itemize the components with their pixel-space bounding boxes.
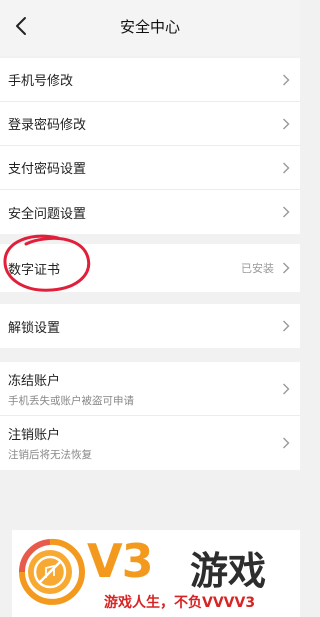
chevron-right-icon: [283, 162, 290, 173]
watermark-banner: V3 游戏 游戏人生，不负VVVV3: [12, 530, 300, 617]
certificate-status: 已安装: [241, 262, 274, 275]
list-item-label: 注销账户: [8, 428, 61, 443]
list-item-label: 冻结账户: [8, 373, 61, 389]
security-question-setting-item[interactable]: 安全问题设置: [0, 190, 300, 234]
list-item-subtitle: 注销后将无法恢复: [8, 449, 92, 461]
list-item-label: 支付密码设置: [8, 162, 87, 177]
top-navigation-bar: 安全中心: [0, 0, 300, 56]
brand-mark: V3: [87, 534, 154, 588]
chevron-right-icon: [283, 383, 290, 394]
freeze-account-item[interactable]: 冻结账户 手机丢失或账户被盗可申请: [0, 362, 300, 416]
back-arrow-icon[interactable]: [10, 14, 34, 38]
brand-slogan: 游戏人生，不负VVVV3: [104, 595, 256, 611]
list-item-label: 登录密码修改: [8, 118, 87, 133]
chevron-right-icon: [283, 206, 290, 218]
brand-logo-icon: [18, 538, 85, 605]
unlock-setting-item[interactable]: 解锁设置: [0, 304, 300, 348]
account-settings-group: 手机号修改 登录密码修改 支付密码设置 安全问题设置: [0, 58, 300, 234]
list-item-label: 手机号修改: [8, 74, 74, 89]
list-item-label: 数字证书: [8, 262, 61, 278]
chevron-right-icon: [283, 262, 290, 274]
chevron-right-icon: [283, 118, 290, 129]
digital-certificate-item[interactable]: 数字证书 已安装: [0, 244, 300, 292]
list-item-label: 安全问题设置: [8, 206, 87, 222]
login-password-change-item[interactable]: 登录密码修改: [0, 102, 300, 146]
brand-name: 游戏: [190, 549, 267, 593]
chevron-right-icon: [283, 437, 290, 449]
list-item-label: 解锁设置: [8, 320, 61, 336]
payment-password-setting-item[interactable]: 支付密码设置: [0, 146, 300, 190]
list-item-subtitle: 手机丢失或账户被盗可申请: [8, 394, 134, 407]
account-danger-group: 冻结账户 手机丢失或账户被盗可申请 注销账户 注销后将无法恢复: [0, 362, 300, 470]
chevron-right-icon: [283, 74, 290, 85]
chevron-right-icon: [283, 320, 290, 332]
unlock-group: 解锁设置: [0, 304, 300, 348]
certificate-group: 数字证书 已安装: [0, 244, 300, 292]
page-title: 安全中心: [119, 17, 180, 36]
cancel-account-item[interactable]: 注销账户 注销后将无法恢复: [0, 416, 300, 470]
phone-number-change-item[interactable]: 手机号修改: [0, 58, 300, 102]
